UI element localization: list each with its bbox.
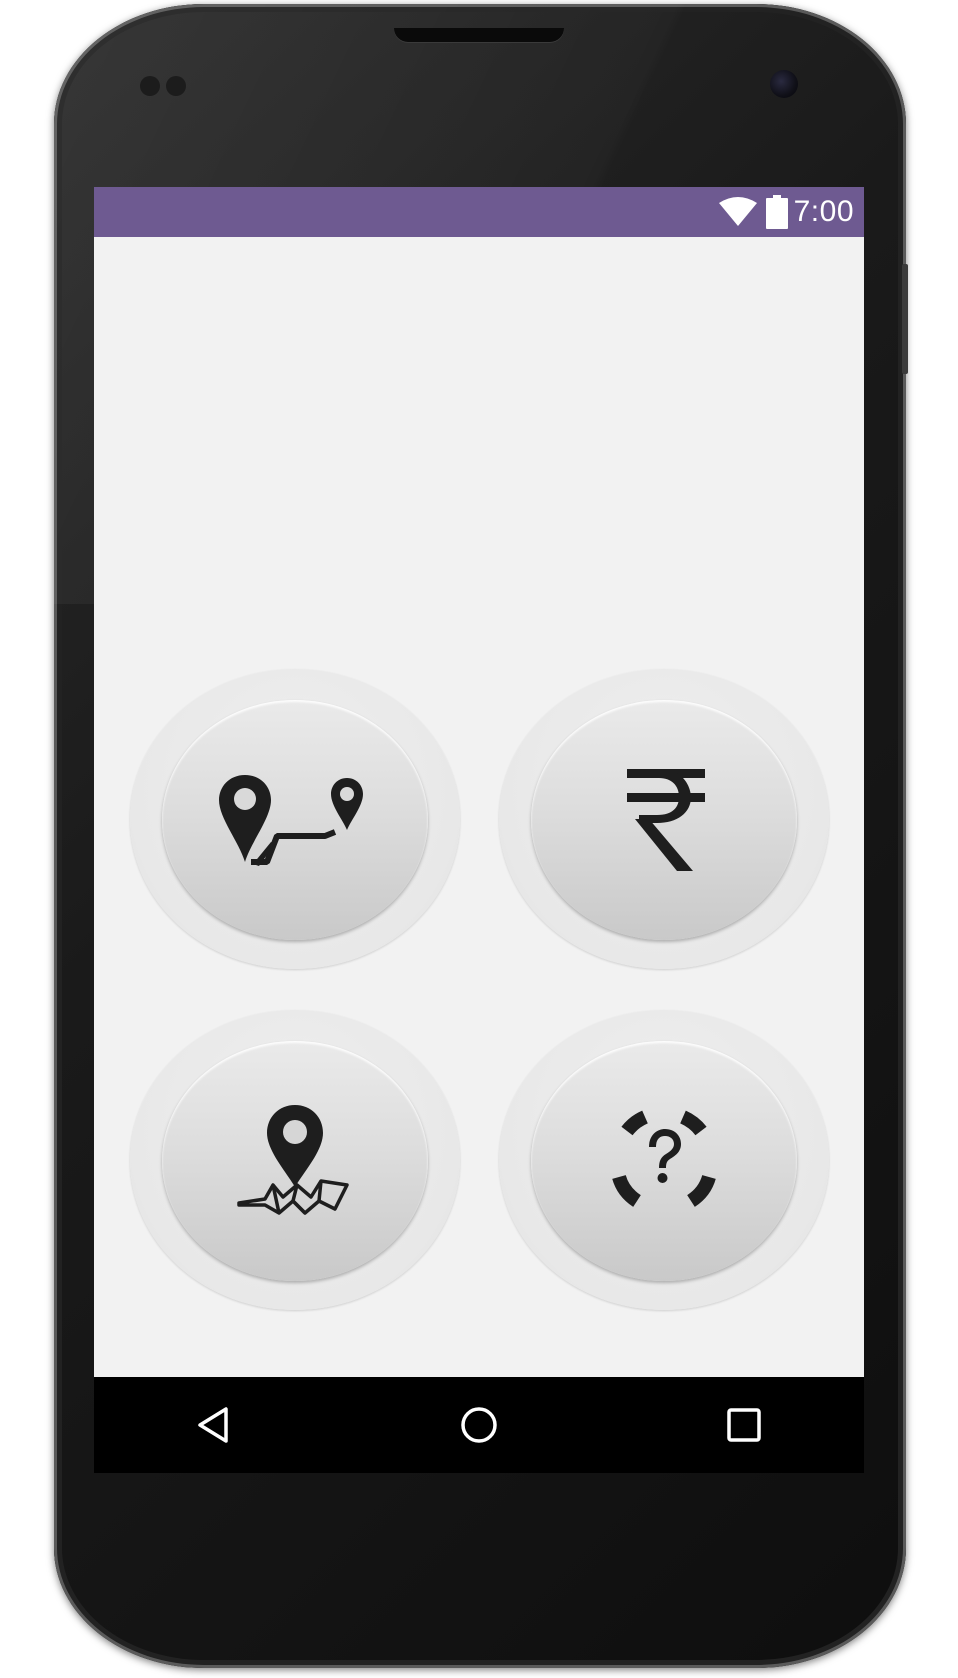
- front-camera: [770, 70, 798, 98]
- home-icon: [461, 1407, 497, 1443]
- main-content: [94, 237, 864, 1377]
- rupee-icon: [627, 769, 705, 871]
- help-button[interactable]: [499, 1010, 829, 1310]
- route-button[interactable]: [130, 669, 460, 969]
- battery-icon: [765, 195, 788, 229]
- recents-button[interactable]: [714, 1395, 774, 1455]
- proximity-sensor: [140, 76, 160, 96]
- map-pin-icon: [237, 1105, 349, 1215]
- question-icon: [612, 1110, 716, 1207]
- wifi-icon: [718, 197, 757, 226]
- screen: 7:00: [94, 187, 864, 1473]
- status-bar: 7:00: [94, 187, 864, 237]
- home-button[interactable]: [449, 1395, 509, 1455]
- route-button-face[interactable]: [162, 700, 428, 940]
- status-icons: 7:00: [718, 187, 854, 237]
- status-time: 7:00: [793, 195, 854, 228]
- help-button-face[interactable]: [531, 1041, 797, 1281]
- nearby-button[interactable]: [130, 1010, 460, 1310]
- navigation-bar: [94, 1377, 864, 1473]
- recents-icon: [727, 1408, 761, 1442]
- light-sensor: [166, 76, 186, 96]
- back-button[interactable]: [184, 1395, 244, 1455]
- earpiece-speaker: [394, 28, 564, 42]
- nearby-button-face[interactable]: [162, 1041, 428, 1281]
- fare-button[interactable]: [499, 669, 829, 969]
- route-icon: [219, 775, 363, 866]
- back-icon: [198, 1407, 228, 1443]
- fare-button-face[interactable]: [531, 700, 797, 940]
- power-button[interactable]: [902, 264, 908, 374]
